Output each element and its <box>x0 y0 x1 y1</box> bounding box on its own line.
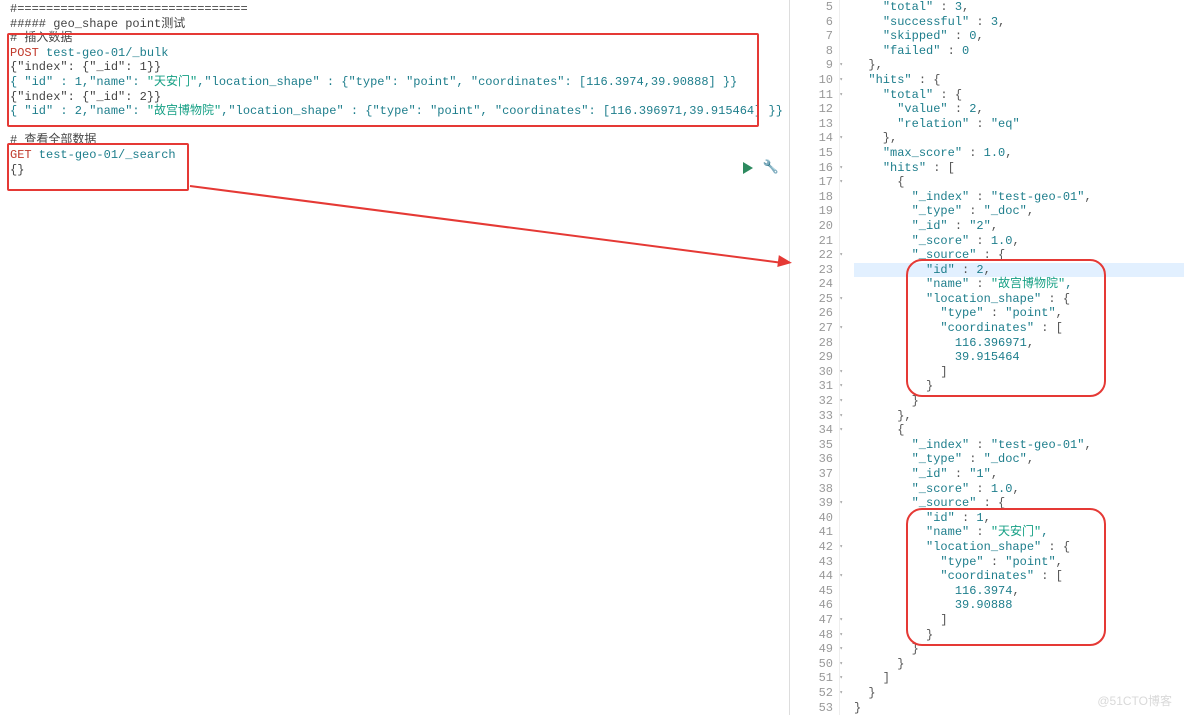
insert-comment: # 插入数据 <box>10 31 779 46</box>
bulk-request-line: POST test-geo-01/_bulk <box>10 46 779 61</box>
response-code: "total" : 3, "successful" : 3, "skipped"… <box>840 0 1184 715</box>
response-viewer[interactable]: 5678910111213141516171819202122232425262… <box>790 0 1184 715</box>
response-line: "total" : 3, <box>854 0 1184 15</box>
arrow-head-icon <box>777 255 792 269</box>
response-line: "type" : "point", <box>854 555 1184 570</box>
query-comment: # 查看全部数据 <box>10 133 779 148</box>
comment-line: ##### geo_shape point测试 <box>10 17 779 32</box>
response-line: "_type" : "_doc", <box>854 204 1184 219</box>
comment-line: #================================ <box>10 2 779 17</box>
response-line: ] <box>854 613 1184 628</box>
response-line: "_score" : 1.0, <box>854 482 1184 497</box>
response-line: } <box>854 642 1184 657</box>
response-line: "failed" : 0 <box>854 44 1184 59</box>
watermark: @51CTO博客 <box>1097 692 1172 709</box>
response-line: "_source" : { <box>854 496 1184 511</box>
response-line: 116.396971, <box>854 336 1184 351</box>
response-line: "relation" : "eq" <box>854 117 1184 132</box>
bulk-body-line: { "id" : 1,"name": "天安门","location_shape… <box>10 75 779 90</box>
response-line: "coordinates" : [ <box>854 569 1184 584</box>
search-request-line: GET test-geo-01/_search <box>10 148 779 163</box>
response-line: "total" : { <box>854 88 1184 103</box>
response-line: { <box>854 175 1184 190</box>
response-line: 39.90888 <box>854 598 1184 613</box>
response-line: "name" : "故宫博物院", <box>854 277 1184 292</box>
response-line: "_index" : "test-geo-01", <box>854 438 1184 453</box>
response-line: "location_shape" : { <box>854 540 1184 555</box>
response-line: }, <box>854 58 1184 73</box>
response-line: "_score" : 1.0, <box>854 234 1184 249</box>
response-line: } <box>854 628 1184 643</box>
response-line: ] <box>854 365 1184 380</box>
search-body-line: {} <box>10 163 779 178</box>
response-line: "successful" : 3, <box>854 15 1184 30</box>
response-line: "_id" : "1", <box>854 467 1184 482</box>
response-line: "_index" : "test-geo-01", <box>854 190 1184 205</box>
response-line: 116.3974, <box>854 584 1184 599</box>
response-line: "type" : "point", <box>854 306 1184 321</box>
response-line: "_type" : "_doc", <box>854 452 1184 467</box>
response-line: }, <box>854 131 1184 146</box>
bulk-body-line: {"index": {"_id": 2}} <box>10 90 779 105</box>
response-line: }, <box>854 409 1184 424</box>
response-line: "hits" : { <box>854 73 1184 88</box>
line-number-gutter: 5678910111213141516171819202122232425262… <box>790 0 840 715</box>
response-line: "skipped" : 0, <box>854 29 1184 44</box>
response-line: } <box>854 657 1184 672</box>
response-line: "hits" : [ <box>854 161 1184 176</box>
blank-line <box>10 119 779 134</box>
response-line: "location_shape" : { <box>854 292 1184 307</box>
response-line: } <box>854 394 1184 409</box>
response-line: 39.915464 <box>854 350 1184 365</box>
response-line: "value" : 2, <box>854 102 1184 117</box>
bulk-body-line: { "id" : 2,"name": "故宫博物院","location_sha… <box>10 104 779 119</box>
response-line: "max_score" : 1.0, <box>854 146 1184 161</box>
request-options-icon[interactable]: 🔧 <box>763 160 779 175</box>
response-line: ] <box>854 671 1184 686</box>
run-query-icon[interactable] <box>743 162 753 174</box>
response-line: "name" : "天安门", <box>854 525 1184 540</box>
response-line: } <box>854 379 1184 394</box>
response-line: "id" : 2, <box>854 263 1184 278</box>
response-line: "id" : 1, <box>854 511 1184 526</box>
response-line: "_source" : { <box>854 248 1184 263</box>
response-line: { <box>854 423 1184 438</box>
bulk-body-line: {"index": {"_id": 1}} <box>10 60 779 75</box>
response-line: "coordinates" : [ <box>854 321 1184 336</box>
response-line: "_id" : "2", <box>854 219 1184 234</box>
request-editor[interactable]: #================================ ##### … <box>0 0 790 715</box>
